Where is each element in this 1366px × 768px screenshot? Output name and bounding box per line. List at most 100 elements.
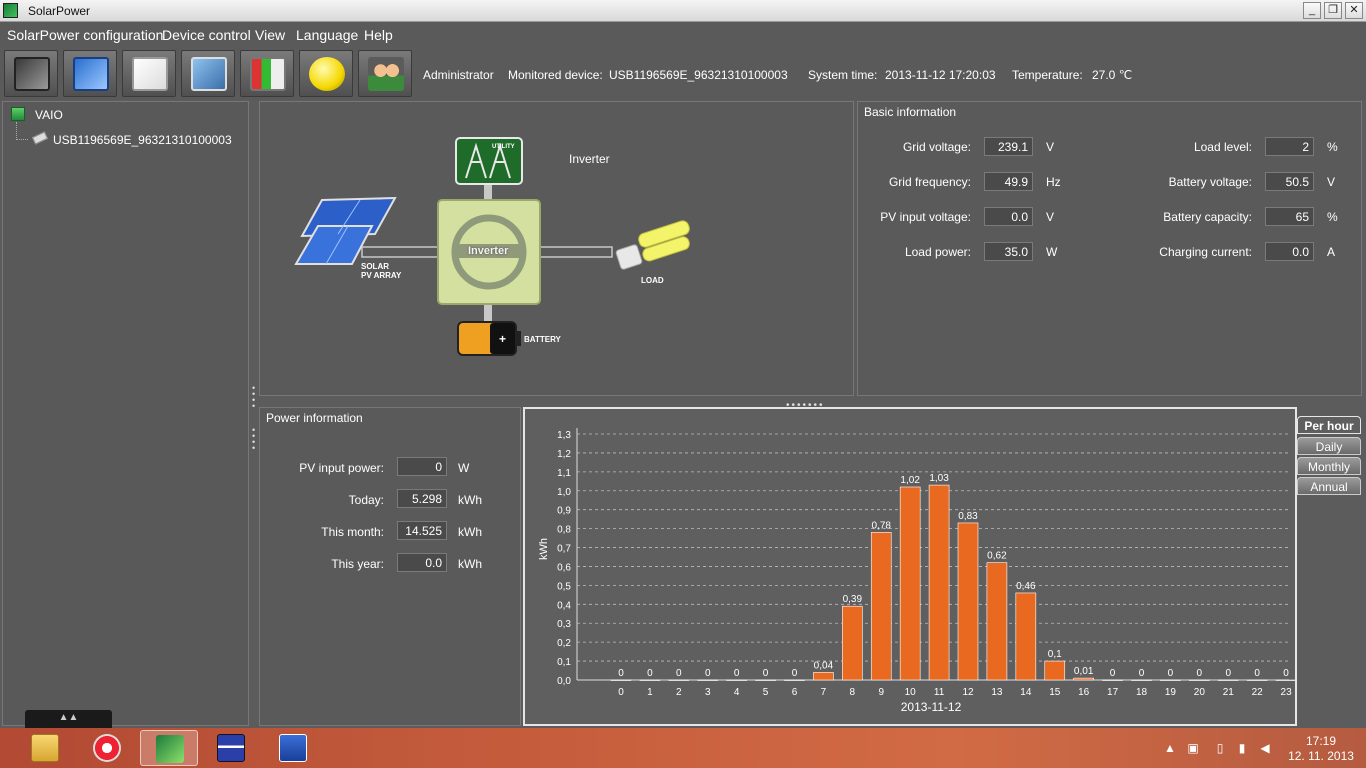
today-value: 5.298 bbox=[397, 489, 447, 508]
bar-hour-22 bbox=[1246, 679, 1268, 681]
taskbar-peek-handle[interactable]: ▲▲ bbox=[25, 710, 112, 728]
bar-value-label: 0 bbox=[647, 668, 653, 679]
pv-connection-line bbox=[361, 246, 441, 258]
title-bar: SolarPower _ ❐ ✕ bbox=[0, 0, 1366, 22]
bar-hour-23 bbox=[1275, 679, 1297, 681]
users-button[interactable] bbox=[358, 50, 412, 97]
x-tick-label: 21 bbox=[1223, 687, 1235, 698]
today-label: Today: bbox=[348, 493, 384, 507]
pv-input-power-label: PV input power: bbox=[299, 461, 384, 475]
energy-chart-panel: 0,0 0,1 0,2 0,3 0,4 0,5 0,6 0,7 0,8 0,9 1,0 1,1 1,2 1… bbox=[523, 407, 1297, 726]
bar-hour-14 bbox=[1015, 592, 1037, 681]
x-axis-label: 2013-11-12 bbox=[901, 700, 962, 714]
menu-device-control[interactable]: Device control bbox=[162, 27, 251, 43]
battery-icon: + bbox=[457, 321, 521, 356]
tree-device-item[interactable]: USB1196569E_96321310100003 bbox=[31, 131, 232, 147]
event-log-button[interactable] bbox=[181, 50, 235, 97]
report-button[interactable] bbox=[122, 50, 176, 97]
utility-label: UTILITY bbox=[492, 144, 515, 150]
pv-input-voltage-unit: V bbox=[1046, 210, 1055, 224]
menu-configuration[interactable]: SolarPower configuration bbox=[7, 27, 163, 43]
taskbar-explorer[interactable] bbox=[16, 730, 74, 766]
tab-annual[interactable]: Annual bbox=[1297, 477, 1361, 495]
x-tick-label: 3 bbox=[705, 687, 711, 698]
bar-hour-16 bbox=[1073, 677, 1094, 681]
taskbar: ▲ ▣ ▯ ▮ ◀ bbox=[0, 728, 1366, 768]
bar-hour-8 bbox=[842, 605, 863, 681]
monitored-device-label: Monitored device: bbox=[508, 68, 603, 82]
bar-value-label: 0 bbox=[1110, 668, 1116, 679]
network-icon[interactable]: ▣ bbox=[1186, 742, 1200, 754]
bar-value-label: 0 bbox=[792, 668, 798, 679]
bar-hour-11 bbox=[928, 484, 950, 681]
svg-text:+: + bbox=[499, 332, 506, 346]
maximize-button[interactable]: ❐ bbox=[1324, 2, 1342, 19]
floppy-disk-icon bbox=[217, 734, 245, 762]
y-tick-label: 1,1 bbox=[557, 468, 571, 479]
x-tick-label: 11 bbox=[934, 687, 945, 698]
monitor-button[interactable] bbox=[4, 50, 58, 97]
this-year-unit: kWh bbox=[458, 557, 482, 571]
bar-value-label: 0 bbox=[763, 668, 769, 679]
taskbar-word[interactable] bbox=[264, 730, 322, 766]
browser-icon bbox=[93, 734, 121, 762]
system-time-label: System time: bbox=[808, 68, 878, 82]
solar-label-line2: PV ARRAY bbox=[361, 271, 402, 280]
x-tick-label: 20 bbox=[1194, 687, 1206, 698]
battery-voltage-label: Battery voltage: bbox=[1168, 175, 1252, 189]
vertical-splitter-handle[interactable]: • • • • • • • • bbox=[252, 384, 256, 453]
charging-current-value: 0.0 bbox=[1265, 242, 1314, 261]
minimize-button[interactable]: _ bbox=[1303, 2, 1321, 19]
tab-daily[interactable]: Daily bbox=[1297, 437, 1361, 455]
bar-hour-0 bbox=[610, 679, 632, 681]
bar-hour-18 bbox=[1131, 679, 1152, 681]
grid-voltage-unit: V bbox=[1046, 140, 1055, 154]
tools-button[interactable] bbox=[63, 50, 117, 97]
bar-value-label: 1,02 bbox=[900, 475, 920, 486]
x-tick-label: 8 bbox=[850, 687, 856, 698]
tab-per-hour[interactable]: Per hour bbox=[1297, 416, 1361, 434]
solar-label-line1: SOLAR bbox=[361, 262, 389, 271]
menu-help[interactable]: Help bbox=[364, 27, 393, 43]
tree-root-item[interactable]: VAIO bbox=[11, 107, 63, 122]
power-saving-button[interactable] bbox=[299, 50, 353, 97]
load-connection-line bbox=[537, 246, 613, 258]
temperature-value: 27.0 ℃ bbox=[1092, 68, 1133, 82]
computer-icon bbox=[11, 107, 25, 121]
this-year-label: This year: bbox=[331, 557, 384, 571]
bar-value-label: 0 bbox=[1197, 668, 1203, 679]
close-button[interactable]: ✕ bbox=[1345, 2, 1363, 19]
data-chart-button[interactable] bbox=[240, 50, 294, 97]
x-tick-label: 2 bbox=[676, 687, 682, 698]
bar-value-label: 0,01 bbox=[1074, 666, 1094, 677]
bar-value-label: 0 bbox=[618, 668, 624, 679]
bar-value-label: 0 bbox=[1254, 668, 1260, 679]
load-label: LOAD bbox=[641, 276, 664, 285]
bar-hour-17 bbox=[1102, 679, 1123, 681]
volume-icon[interactable]: ◀ bbox=[1258, 742, 1272, 754]
bar-value-label: 0 bbox=[676, 668, 682, 679]
menu-language[interactable]: Language bbox=[296, 27, 358, 43]
bar-value-label: 0 bbox=[1225, 668, 1231, 679]
tab-monthly[interactable]: Monthly bbox=[1297, 457, 1361, 475]
taskbar-browser[interactable] bbox=[78, 730, 136, 766]
monitored-device-id: USB1196569E_96321310100003 bbox=[609, 68, 788, 82]
taskbar-clock[interactable]: 17:19 12. 11. 2013 bbox=[1286, 734, 1356, 764]
y-tick-label: 1,0 bbox=[557, 487, 571, 498]
battery-tray-icon[interactable]: ▯ bbox=[1213, 742, 1227, 754]
bar-hour-5 bbox=[755, 679, 776, 681]
menu-view[interactable]: View bbox=[255, 27, 285, 43]
taskbar-solarpower[interactable] bbox=[140, 730, 198, 766]
signal-icon[interactable]: ▮ bbox=[1235, 742, 1249, 754]
x-tick-label: 10 bbox=[905, 687, 917, 698]
hourly-energy-chart: 0,0 0,1 0,2 0,3 0,4 0,5 0,6 0,7 0,8 0,9 1,0 1,1 1,2 1… bbox=[538, 428, 1297, 714]
battery-voltage-unit: V bbox=[1327, 175, 1336, 189]
load-power-label: Load power: bbox=[904, 245, 971, 259]
taskbar-save-app[interactable] bbox=[202, 730, 260, 766]
y-tick-label: 0,2 bbox=[557, 638, 571, 649]
pv-input-power-value: 0 bbox=[397, 457, 447, 476]
pv-input-power-unit: W bbox=[458, 461, 470, 475]
inverter-heading: Inverter bbox=[569, 152, 610, 166]
bar-hour-12 bbox=[957, 522, 979, 681]
show-hidden-icons[interactable]: ▲ bbox=[1163, 742, 1177, 754]
